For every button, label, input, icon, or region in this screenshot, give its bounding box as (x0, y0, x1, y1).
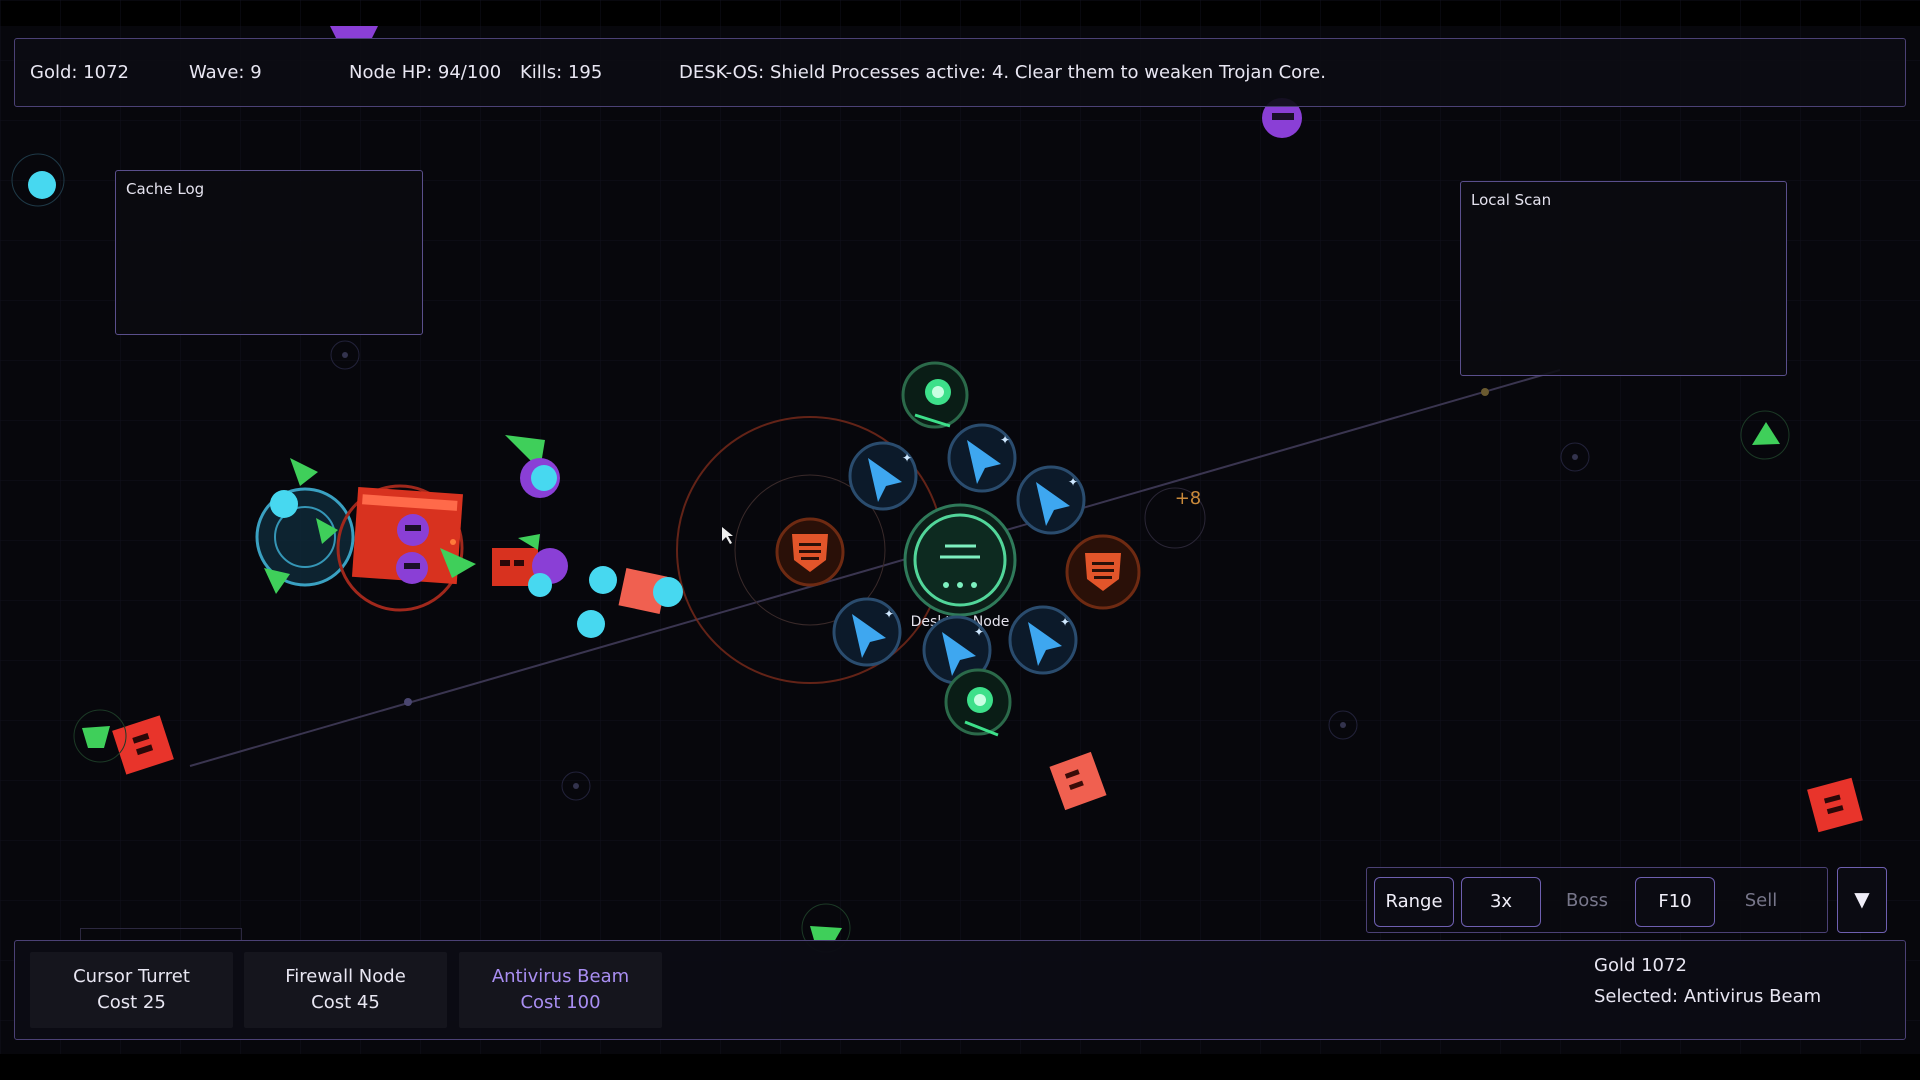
build-antivirus-beam[interactable]: Antivirus Beam Cost 100 (459, 952, 662, 1028)
build-name: Cursor Turret (73, 966, 190, 987)
speed-button[interactable]: 3x (1461, 877, 1541, 927)
selected-info: Selected: Antivirus Beam (1594, 986, 1822, 1007)
cache-log-panel: Cache Log (115, 170, 423, 335)
antivirus-beam[interactable] (901, 361, 969, 429)
svg-text:✦: ✦ (1060, 615, 1070, 629)
collapse-chevron-down-icon[interactable]: ▼ (1837, 867, 1887, 933)
gold-info: Gold 1072 (1594, 955, 1687, 976)
build-bar: Cursor Turret Cost 25 Firewall Node Cost… (14, 940, 1906, 1040)
build-firewall-node[interactable]: Firewall Node Cost 45 (244, 952, 447, 1028)
firewall-node[interactable] (1065, 534, 1141, 610)
range-button[interactable]: Range (1374, 877, 1454, 927)
node-hp-readout: Node HP: 94/100 (349, 62, 502, 83)
svg-text:✦: ✦ (884, 607, 894, 621)
control-bar: Range 3x Boss F10 Sell (1366, 867, 1828, 933)
sell-button[interactable]: Sell (1722, 877, 1800, 925)
svg-text:✦: ✦ (902, 451, 912, 465)
gold-readout: Gold: 1072 (30, 62, 129, 83)
build-name: Firewall Node (285, 966, 406, 987)
path-waypoint (404, 698, 412, 706)
svg-text:✦: ✦ (1000, 433, 1010, 447)
build-cost: Cost 25 (97, 992, 166, 1013)
cursor-turret[interactable]: ✦ (947, 423, 1017, 493)
enemy-purple (330, 26, 378, 38)
svg-text:✦: ✦ (1068, 475, 1078, 489)
local-scan-panel: Local Scan (1460, 181, 1787, 376)
cursor-turret[interactable]: ✦ (1008, 605, 1078, 675)
build-cost: Cost 100 (520, 992, 601, 1013)
letterbox-bottom (0, 1054, 1920, 1080)
desktop-node-core[interactable] (903, 503, 1017, 617)
kills-readout: Kills: 195 (520, 62, 603, 83)
svg-text:✦: ✦ (974, 625, 984, 639)
local-scan-title: Local Scan (1471, 191, 1552, 209)
path-waypoint (1481, 388, 1489, 396)
build-cursor-turret[interactable]: Cursor Turret Cost 25 (30, 952, 233, 1028)
antivirus-beam[interactable] (944, 668, 1012, 737)
build-name: Antivirus Beam (491, 966, 630, 987)
firewall-node[interactable] (775, 517, 845, 587)
wave-readout: Wave: 9 (189, 62, 262, 83)
boss-button[interactable]: Boss (1548, 877, 1626, 925)
cursor-turret[interactable]: ✦ (848, 441, 918, 511)
cache-log-title: Cache Log (126, 180, 205, 198)
top-status-bar: Gold: 1072 Wave: 9 Node HP: 94/100 Kills… (14, 38, 1906, 107)
cursor-turret[interactable]: ✦ (1016, 465, 1086, 535)
cursor-turret[interactable]: ✦ (832, 597, 902, 667)
reward-popup: +8 (1175, 488, 1202, 509)
f10-button[interactable]: F10 (1635, 877, 1715, 927)
system-message: DESK-OS: Shield Processes active: 4. Cle… (679, 62, 1326, 83)
build-cost: Cost 45 (311, 992, 380, 1013)
